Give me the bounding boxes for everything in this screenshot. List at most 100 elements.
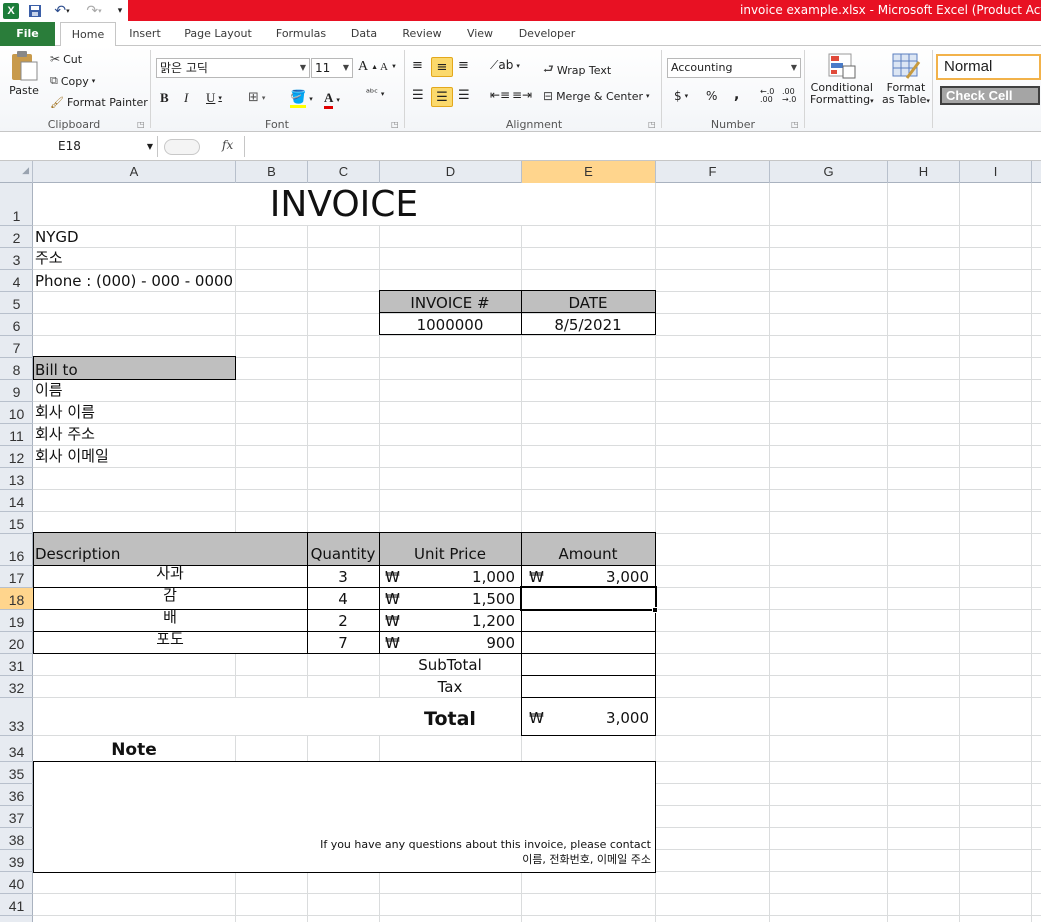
row-header[interactable]: 4	[0, 270, 33, 292]
align-top-button[interactable]: ≡	[412, 58, 423, 73]
format-as-table-button[interactable]: Format as Table▾	[882, 52, 930, 106]
row-header[interactable]: 18	[0, 588, 33, 610]
row-header[interactable]: 2	[0, 226, 33, 248]
copy-button[interactable]: ⧉ Copy ▾	[50, 74, 95, 88]
number-format-select[interactable]: Accounting ▼	[667, 58, 801, 78]
comma-button[interactable]: ,	[734, 87, 739, 103]
column-header-d[interactable]: D	[380, 161, 522, 183]
row-header[interactable]: 36	[0, 784, 33, 806]
italic-button[interactable]: I	[184, 90, 188, 106]
decrease-indent-button[interactable]: ⇤≡	[490, 88, 510, 102]
borders-button[interactable]: ⊞ ▾	[248, 90, 265, 105]
paste-button[interactable]: Paste	[6, 50, 42, 97]
fill-handle[interactable]	[652, 607, 658, 613]
row-header[interactable]: 32	[0, 676, 33, 698]
font-launcher-icon[interactable]: ◳	[391, 120, 399, 129]
formula-input[interactable]	[244, 136, 1041, 157]
merge-center-button[interactable]: ⊟ Merge & Center ▾	[543, 89, 650, 103]
tab-insert[interactable]: Insert	[124, 22, 166, 46]
increase-indent-button[interactable]: ≡⇥	[512, 88, 532, 102]
column-header-g[interactable]: G	[770, 161, 888, 183]
row-header[interactable]: 16	[0, 534, 33, 566]
column-header-b[interactable]: B	[236, 161, 308, 183]
row-header[interactable]: 38	[0, 828, 33, 850]
undo-icon[interactable]: ↶ ▾	[48, 2, 76, 19]
font-name-select[interactable]: 맑은 고딕 ▼	[156, 58, 310, 78]
row-header[interactable]: 41	[0, 894, 33, 916]
active-cell-selection[interactable]	[520, 586, 657, 611]
select-all-button[interactable]: ◢	[0, 161, 33, 183]
row-header[interactable]: 39	[0, 850, 33, 872]
row-header[interactable]: 9	[0, 380, 33, 402]
alignment-launcher-icon[interactable]: ◳	[648, 120, 656, 129]
row-header[interactable]: 40	[0, 872, 33, 894]
row-header[interactable]: 11	[0, 424, 33, 446]
fill-color-button[interactable]: 🪣 ▾	[290, 90, 313, 108]
percent-button[interactable]: %	[706, 89, 717, 103]
align-middle-button[interactable]: ≡	[431, 57, 453, 77]
column-header-a[interactable]: A	[33, 161, 236, 183]
align-right-button[interactable]: ☰	[458, 88, 470, 103]
clipboard-launcher-icon[interactable]: ◳	[137, 120, 145, 129]
underline-button[interactable]: U ▾	[206, 90, 222, 106]
format-painter-button[interactable]: 🖌 Format Painter	[50, 96, 148, 109]
row-header[interactable]: 5	[0, 292, 33, 314]
formula-bar-resize-handle[interactable]	[164, 139, 200, 155]
cell-style-normal[interactable]: Normal	[936, 54, 1041, 80]
shrink-font-button[interactable]: A ▼	[380, 61, 397, 73]
column-header-h[interactable]: H	[888, 161, 960, 183]
phonetic-button[interactable]: ᵃᵇᶜ ▾	[366, 88, 384, 99]
name-box[interactable]: E18 ▼	[0, 136, 158, 157]
conditional-formatting-button[interactable]: Conditional Formatting▾	[810, 52, 874, 106]
number-launcher-icon[interactable]: ◳	[791, 120, 799, 129]
column-header-f[interactable]: F	[656, 161, 770, 183]
tab-file[interactable]: File	[0, 22, 55, 46]
row-header[interactable]: 20	[0, 632, 33, 654]
increase-decimal-button[interactable]: ←.0.00	[760, 88, 774, 104]
decrease-decimal-button[interactable]: .00 →.0	[782, 88, 796, 104]
column-header-c[interactable]: C	[308, 161, 380, 183]
save-icon[interactable]	[26, 2, 44, 19]
row-header[interactable]: 35	[0, 762, 33, 784]
align-center-button[interactable]: ☰	[431, 87, 453, 107]
font-color-button[interactable]: A ▾	[324, 90, 340, 109]
row-header[interactable]: 17	[0, 566, 33, 588]
row-header[interactable]: 1	[0, 183, 33, 226]
font-size-select[interactable]: 11 ▼	[311, 58, 353, 78]
tab-data[interactable]: Data	[344, 22, 384, 46]
align-left-button[interactable]: ☰	[412, 88, 424, 103]
insert-function-icon[interactable]: fx	[222, 138, 233, 152]
row-header[interactable]: 15	[0, 512, 33, 534]
currency-button[interactable]: $ ▾	[674, 89, 688, 103]
align-bottom-button[interactable]: ≡	[458, 58, 469, 73]
row-header[interactable]: 13	[0, 468, 33, 490]
row-header[interactable]: 6	[0, 314, 33, 336]
tab-developer[interactable]: Developer	[512, 22, 582, 46]
row-header[interactable]: 19	[0, 610, 33, 632]
worksheet-grid[interactable]: INVOICE NYGD 주소 Phone : (000) - 000 - 00…	[33, 183, 1041, 922]
row-header[interactable]: 8	[0, 358, 33, 380]
tab-home[interactable]: Home	[60, 22, 116, 47]
row-header[interactable]: 14	[0, 490, 33, 512]
tab-view[interactable]: View	[460, 22, 500, 46]
tab-review[interactable]: Review	[398, 22, 446, 46]
row-header[interactable]: 33	[0, 698, 33, 736]
cell-style-check-cell[interactable]: Check Cell	[940, 86, 1040, 105]
row-header[interactable]: 7	[0, 336, 33, 358]
row-header[interactable]: 34	[0, 736, 33, 762]
wrap-text-button[interactable]: ⮐ Wrap Text	[543, 60, 611, 81]
customize-qat-icon[interactable]: ▾	[114, 2, 126, 19]
cut-button[interactable]: ✂ Cut	[50, 52, 82, 66]
bold-button[interactable]: B	[160, 90, 169, 106]
tab-page-layout[interactable]: Page Layout	[180, 22, 256, 46]
row-header[interactable]: 10	[0, 402, 33, 424]
orientation-button[interactable]: ⟋ab ▾	[490, 58, 520, 73]
redo-icon[interactable]: ↷ ▾	[80, 2, 108, 19]
grow-font-button[interactable]: A ▲	[358, 59, 378, 75]
row-header[interactable]: 3	[0, 248, 33, 270]
tab-formulas[interactable]: Formulas	[270, 22, 332, 46]
row-header[interactable]: 37	[0, 806, 33, 828]
column-header-e[interactable]: E	[522, 161, 656, 183]
column-header-i[interactable]: I	[960, 161, 1032, 183]
row-header[interactable]: 31	[0, 654, 33, 676]
